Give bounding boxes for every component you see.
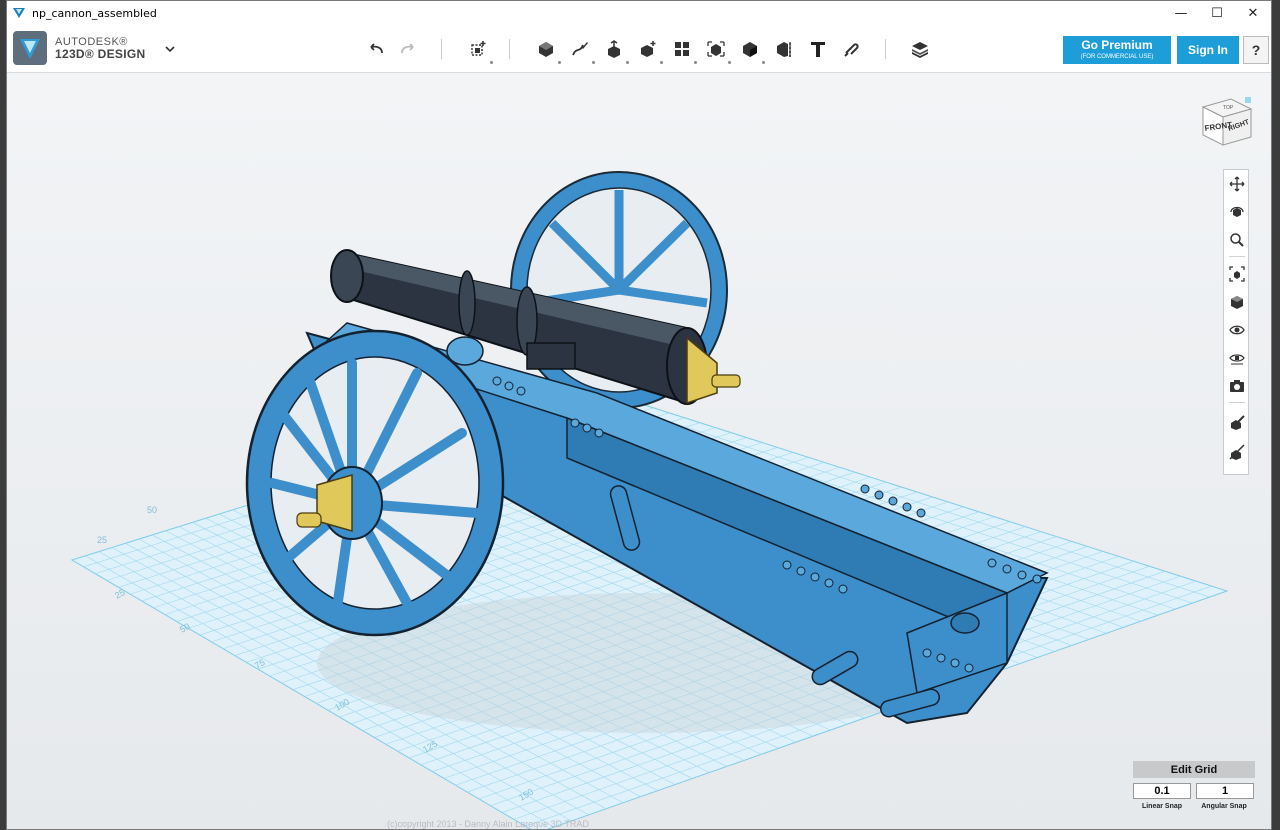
snap-icon xyxy=(844,43,859,57)
zoom-button[interactable] xyxy=(1227,230,1247,250)
snap-button[interactable] xyxy=(839,36,865,62)
toolbar-divider xyxy=(509,39,510,59)
grid-tick-label: 25 xyxy=(97,535,107,545)
snap-view-button[interactable] xyxy=(1227,412,1247,432)
edit-grid-panel: Edit Grid 0.1 1 Linear Snap Angular Snap xyxy=(1133,761,1257,819)
orbit-icon xyxy=(1230,206,1244,217)
text-button[interactable] xyxy=(805,36,831,62)
premium-sub-label: (FOR COMMERCIAL USE) xyxy=(1080,54,1154,60)
title-bar: np_cannon_assembled — ☐ ✕ xyxy=(7,1,1271,25)
combine-icon xyxy=(743,42,757,57)
angular-snap-input[interactable]: 1 xyxy=(1196,783,1254,799)
combine-button[interactable] xyxy=(737,36,765,64)
hide-button[interactable] xyxy=(1227,442,1247,462)
redo-button[interactable] xyxy=(395,36,421,62)
premium-label: Go Premium xyxy=(1081,38,1153,52)
copyright-text: (c)copyright 2013 - Danny Alain Laroque … xyxy=(387,819,589,829)
material-view-button[interactable] xyxy=(1227,348,1247,368)
sketch-icon xyxy=(572,42,588,56)
pan-button[interactable] xyxy=(1227,174,1247,194)
text-icon xyxy=(811,42,825,57)
camera-button[interactable] xyxy=(1227,376,1247,396)
visibility-icon xyxy=(1229,325,1245,335)
material-view-icon xyxy=(1229,354,1245,365)
pan-icon xyxy=(1229,176,1245,192)
linear-snap-label: Linear Snap xyxy=(1141,803,1183,810)
orbit-button[interactable] xyxy=(1227,202,1247,222)
toolbar-divider xyxy=(885,39,886,59)
app-window: np_cannon_assembled — ☐ ✕ AUTODESK® 123D… xyxy=(6,0,1272,830)
toolbar-divider xyxy=(441,39,442,59)
window-title: np_cannon_assembled xyxy=(32,6,157,20)
measure-button[interactable] xyxy=(771,36,797,62)
fit-icon xyxy=(1229,266,1245,282)
angular-snap-label: Angular Snap xyxy=(1201,803,1247,810)
maximize-button[interactable]: ☐ xyxy=(1199,1,1235,25)
construct-icon xyxy=(608,40,620,58)
main-toolbar: AUTODESK® 123D® DESIGN Go Premium (FOR C… xyxy=(7,25,1271,73)
hide-icon xyxy=(1229,444,1245,460)
modify-button[interactable] xyxy=(635,36,663,64)
app-logo[interactable]: AUTODESK® 123D® DESIGN xyxy=(13,31,145,65)
measure-icon xyxy=(777,42,791,57)
undo-icon xyxy=(370,43,383,54)
pattern-button[interactable] xyxy=(669,36,697,64)
undo-button[interactable] xyxy=(363,36,389,62)
primitives-button[interactable] xyxy=(533,36,561,64)
go-premium-button[interactable]: Go Premium (FOR COMMERCIAL USE) xyxy=(1063,36,1171,64)
material-button[interactable] xyxy=(907,36,933,62)
viewcube-top-label: TOP xyxy=(1223,105,1234,111)
primitives-icon xyxy=(539,42,553,57)
redo-icon xyxy=(401,43,414,54)
minimize-button[interactable]: — xyxy=(1163,1,1199,25)
app-logo-icon xyxy=(13,8,25,18)
edit-grid-button[interactable]: Edit Grid xyxy=(1133,761,1255,778)
group-button[interactable] xyxy=(703,36,731,64)
grid-tick-label: 50 xyxy=(147,505,157,515)
snap-view-icon xyxy=(1231,415,1245,430)
brand-line-2: 123D® DESIGN xyxy=(55,47,146,61)
front-wheel[interactable] xyxy=(245,329,505,637)
help-button[interactable]: ? xyxy=(1243,36,1269,64)
zoom-icon xyxy=(1230,233,1244,247)
camera-icon xyxy=(1230,380,1244,392)
sign-in-button[interactable]: Sign In xyxy=(1177,36,1239,64)
sketch-button[interactable] xyxy=(567,36,595,64)
fit-button[interactable] xyxy=(1227,264,1247,284)
transform-button[interactable] xyxy=(465,36,493,64)
construct-button[interactable] xyxy=(601,36,629,64)
pattern-icon xyxy=(675,42,689,56)
visibility-button[interactable] xyxy=(1227,320,1247,340)
modify-icon xyxy=(641,41,656,57)
chevron-down-icon[interactable] xyxy=(163,42,177,56)
viewcube-home-icon[interactable] xyxy=(1245,97,1251,103)
transform-icon xyxy=(471,41,486,56)
view-cube[interactable]: FRONT RIGHT TOP xyxy=(1193,87,1257,151)
autodesk-logo-icon xyxy=(13,31,47,65)
close-button[interactable]: ✕ xyxy=(1235,1,1271,25)
navigation-bar xyxy=(1223,169,1249,475)
scene-canvas[interactable]: 25 50 25 50 75 100 125 150 xyxy=(7,73,1271,830)
views-button[interactable] xyxy=(1227,292,1247,312)
linear-snap-input[interactable]: 0.1 xyxy=(1133,783,1191,799)
views-icon xyxy=(1231,296,1243,309)
group-icon xyxy=(707,41,725,57)
3d-viewport[interactable]: 25 50 25 50 75 100 125 150 FRONT RIGHT T… xyxy=(7,73,1271,830)
material-icon xyxy=(912,42,928,58)
